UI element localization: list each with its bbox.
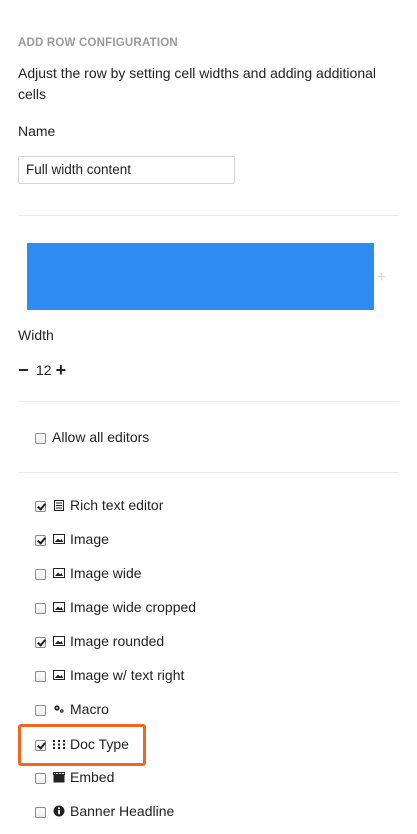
- movie-icon: [53, 771, 65, 783]
- editor-checkbox[interactable]: [35, 773, 46, 784]
- editor-checkbox[interactable]: [35, 807, 46, 818]
- editor-item[interactable]: Image wide: [35, 563, 142, 583]
- editor-checkbox[interactable]: [35, 705, 46, 716]
- editor-label: Image: [70, 531, 109, 547]
- editor-item[interactable]: Macro: [35, 699, 109, 719]
- editor-checkbox[interactable]: [35, 569, 46, 580]
- editor-label: Rich text editor: [70, 497, 164, 513]
- editor-checkbox[interactable]: [35, 637, 46, 648]
- divider: [18, 472, 399, 473]
- editor-item[interactable]: Embed: [35, 767, 114, 787]
- rich-text-icon: [53, 499, 65, 511]
- editor-item[interactable]: Image: [35, 529, 109, 549]
- divider: [18, 215, 399, 216]
- divider: [18, 401, 399, 402]
- editor-checkbox[interactable]: [35, 535, 46, 546]
- editor-checkbox[interactable]: [35, 501, 46, 512]
- name-input[interactable]: Full width content: [18, 156, 235, 184]
- image-icon: [53, 567, 65, 579]
- page-description: Adjust the row by setting cell widths an…: [18, 65, 376, 102]
- allow-all-editors-row[interactable]: Allow all editors: [35, 427, 149, 447]
- doc-type-highlight: [18, 724, 146, 766]
- cell-preview[interactable]: [27, 243, 374, 310]
- editor-checkbox[interactable]: [35, 671, 46, 682]
- width-value: 12: [36, 362, 52, 378]
- width-label: Width: [18, 327, 54, 343]
- editor-label: Embed: [70, 769, 115, 785]
- width-increment-button[interactable]: +: [56, 361, 67, 379]
- allow-all-checkbox[interactable]: [35, 433, 46, 444]
- width-decrement-button[interactable]: −: [18, 361, 30, 379]
- name-label: Name: [18, 123, 56, 139]
- info-icon: [53, 805, 65, 817]
- editor-item[interactable]: Image w/ text right: [35, 665, 184, 685]
- image-icon: [53, 533, 65, 545]
- settings-icon: [53, 703, 65, 715]
- editor-item[interactable]: Banner Headline: [35, 801, 174, 821]
- editor-item[interactable]: Rich text editor: [35, 495, 163, 515]
- image-icon: [53, 601, 65, 613]
- editor-label: Image wide: [70, 565, 142, 581]
- editor-label: Banner Headline: [70, 803, 175, 819]
- allow-all-label: Allow all editors: [52, 429, 150, 445]
- editor-item[interactable]: Image rounded: [35, 631, 164, 651]
- editor-label: Macro: [70, 701, 109, 717]
- page-heading: ADD ROW CONFIGURATION: [18, 37, 178, 49]
- image-icon: [53, 669, 65, 681]
- editor-label: Image wide cropped: [70, 599, 197, 615]
- editor-label: Image rounded: [70, 633, 165, 649]
- width-stepper: − 12 +: [18, 361, 66, 379]
- add-cell-button[interactable]: +: [377, 270, 386, 286]
- editor-label: Image w/ text right: [70, 667, 185, 683]
- image-icon: [53, 635, 65, 647]
- editor-checkbox[interactable]: [35, 603, 46, 614]
- editor-item[interactable]: Image wide cropped: [35, 597, 196, 617]
